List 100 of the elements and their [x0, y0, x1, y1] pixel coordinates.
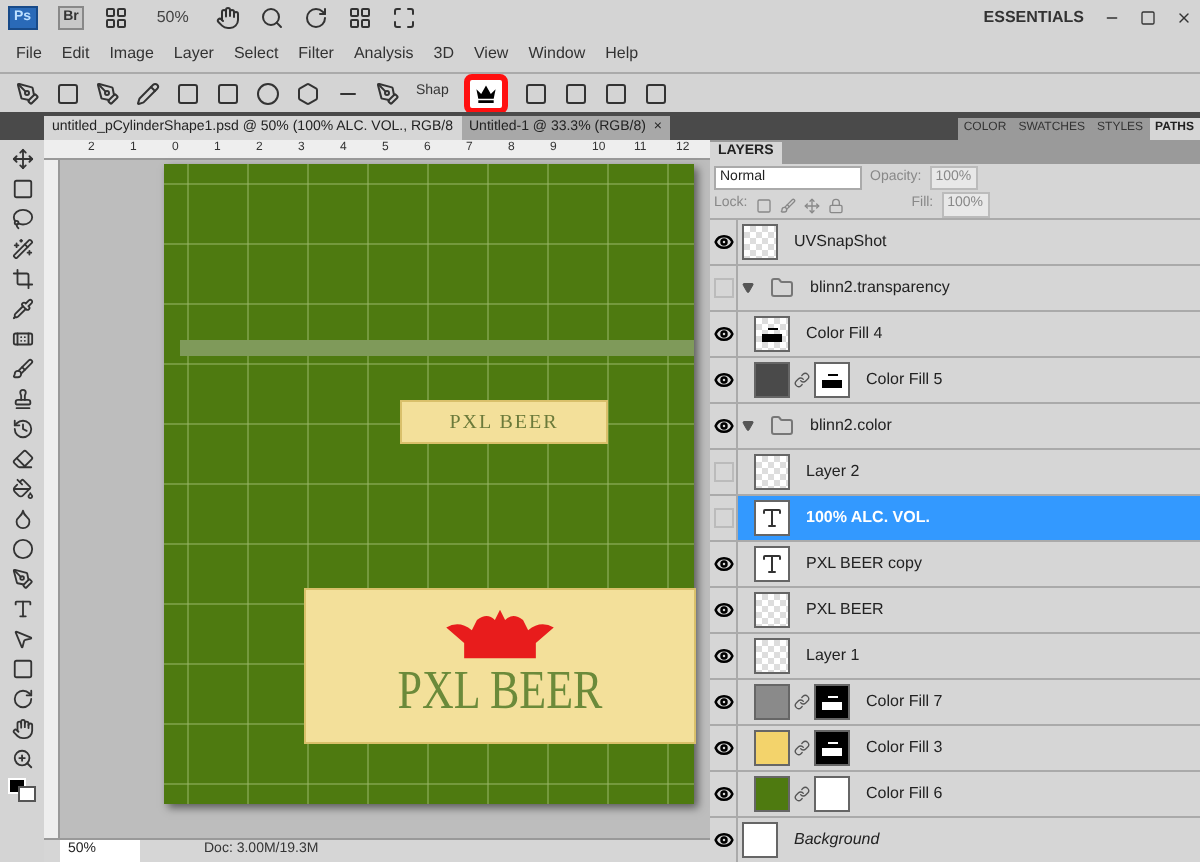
label-text: PXL BEER: [397, 660, 603, 720]
menu-item[interactable]: Analysis: [353, 42, 414, 66]
mask-thumbnail: [814, 730, 850, 766]
workspace-switcher[interactable]: ESSENTIALS: [983, 6, 1084, 30]
type-icon[interactable]: [11, 598, 33, 620]
menu-item[interactable]: 3D: [433, 42, 454, 66]
hand-icon[interactable]: [216, 6, 241, 30]
layout-icon[interactable]: [104, 6, 129, 30]
layer-row[interactable]: blinn2.transparency: [710, 266, 1200, 312]
link-icon: [794, 694, 810, 710]
arrange-icon[interactable]: [348, 6, 373, 30]
hand-icon[interactable]: [11, 718, 33, 740]
eraser-icon[interactable]: [11, 448, 33, 470]
visibility-toggle[interactable]: [713, 462, 733, 482]
eye-icon[interactable]: [713, 232, 733, 252]
lasso-icon[interactable]: [11, 208, 33, 230]
history-brush-icon[interactable]: [11, 418, 33, 440]
color-swatches[interactable]: [8, 778, 36, 802]
layer-row[interactable]: Color Fill 7: [710, 680, 1200, 726]
rotate-icon[interactable]: [304, 6, 329, 30]
eye-icon[interactable]: [713, 600, 733, 620]
layer-name: 100% ALC. VOL.: [806, 506, 930, 530]
ellipse-icon[interactable]: [256, 81, 280, 105]
text-layer-thumbnail: [754, 546, 790, 582]
layer-name: Color Fill 5: [866, 368, 943, 392]
rounded-rectangle-icon[interactable]: [216, 81, 240, 105]
menu-item[interactable]: Edit: [61, 42, 90, 66]
layer-thumbnail: [754, 592, 790, 628]
selection-icon[interactable]: [11, 628, 33, 650]
eye-icon[interactable]: [713, 416, 733, 436]
expand-arrow-icon[interactable]: [742, 282, 754, 294]
layer-name: blinn2.transparency: [810, 276, 950, 300]
screen-mode-icon[interactable]: [392, 6, 417, 30]
eye-icon[interactable]: [713, 370, 733, 390]
folder-icon: [770, 414, 794, 438]
magic-wand-icon[interactable]: [11, 238, 33, 260]
mask-thumbnail: [814, 684, 850, 720]
pen-icon[interactable]: [11, 568, 33, 590]
paint-bucket-icon[interactable]: [11, 478, 33, 500]
eye-icon[interactable]: [713, 830, 733, 850]
layer-row[interactable]: Color Fill 6: [710, 772, 1200, 818]
layer-name: Color Fill 6: [866, 782, 943, 806]
layer-name: Color Fill 3: [866, 736, 943, 760]
maximize-icon[interactable]: [1140, 10, 1156, 26]
zoom-icon[interactable]: [260, 6, 285, 30]
brush-icon[interactable]: [11, 358, 33, 380]
eye-icon[interactable]: [713, 554, 733, 574]
layer-name: Color Fill 4: [806, 322, 883, 346]
stamp-icon[interactable]: [11, 388, 33, 410]
layer-row[interactable]: PXL BEER copy: [710, 542, 1200, 588]
layer-row[interactable]: PXL BEER: [710, 588, 1200, 634]
folder-icon: [770, 276, 794, 300]
menu-item[interactable]: View: [473, 42, 509, 66]
zoom-icon[interactable]: [11, 748, 33, 770]
menu-item[interactable]: Window: [528, 42, 586, 66]
menu-item[interactable]: Layer: [173, 42, 214, 66]
crop-icon[interactable]: [11, 268, 33, 290]
close-icon[interactable]: [1176, 10, 1192, 26]
eye-icon[interactable]: [713, 738, 733, 758]
link-icon: [794, 372, 810, 388]
eye-icon[interactable]: [713, 324, 733, 344]
layer-name: UVSnapShot: [794, 230, 887, 254]
menu-item[interactable]: Help: [605, 42, 639, 66]
layer-name: Layer 1: [806, 644, 860, 668]
menu-item[interactable]: Filter: [298, 42, 334, 66]
link-icon: [794, 740, 810, 756]
polygon-icon[interactable]: [296, 81, 320, 105]
layer-name: PXL BEER copy: [806, 552, 922, 576]
blur-icon[interactable]: [11, 508, 33, 530]
expand-arrow-icon[interactable]: [742, 420, 754, 432]
eye-icon[interactable]: [713, 784, 733, 804]
eye-icon[interactable]: [713, 692, 733, 712]
move-icon[interactable]: [11, 148, 33, 170]
layer-row[interactable]: UVSnapShot: [710, 220, 1200, 266]
mask-thumbnail: [814, 776, 850, 812]
pen-icon[interactable]: [96, 81, 120, 105]
layer-row[interactable]: Color Fill 5: [710, 358, 1200, 404]
menu-item[interactable]: Select: [233, 42, 279, 66]
layer-thumbnail: [754, 638, 790, 674]
visibility-toggle[interactable]: [713, 508, 733, 528]
layer-row[interactable]: blinn2.color: [710, 404, 1200, 450]
rectangle-icon[interactable]: [176, 81, 200, 105]
layer-name: blinn2.color: [810, 414, 892, 438]
eyedropper-icon[interactable]: [11, 298, 33, 320]
layer-row[interactable]: Color Fill 4: [710, 312, 1200, 358]
layer-row[interactable]: Color Fill 3: [710, 726, 1200, 772]
healing-icon[interactable]: [11, 328, 33, 350]
shape-picker[interactable]: [464, 73, 509, 113]
visibility-toggle[interactable]: [713, 278, 733, 298]
zoom-dropdown[interactable]: 50%: [148, 6, 197, 30]
eye-icon[interactable]: [713, 646, 733, 666]
layer-row[interactable]: Layer 2: [710, 450, 1200, 496]
layer-row[interactable]: Layer 1: [710, 634, 1200, 680]
shape-icon[interactable]: [11, 658, 33, 680]
text-layer-thumbnail: [754, 500, 790, 536]
menu-item[interactable]: Image: [109, 42, 154, 66]
label-text: PXL BEER: [449, 409, 559, 437]
layer-thumbnail: [742, 224, 778, 260]
menu-item[interactable]: File: [16, 42, 42, 66]
layer-name: PXL BEER: [806, 598, 884, 622]
